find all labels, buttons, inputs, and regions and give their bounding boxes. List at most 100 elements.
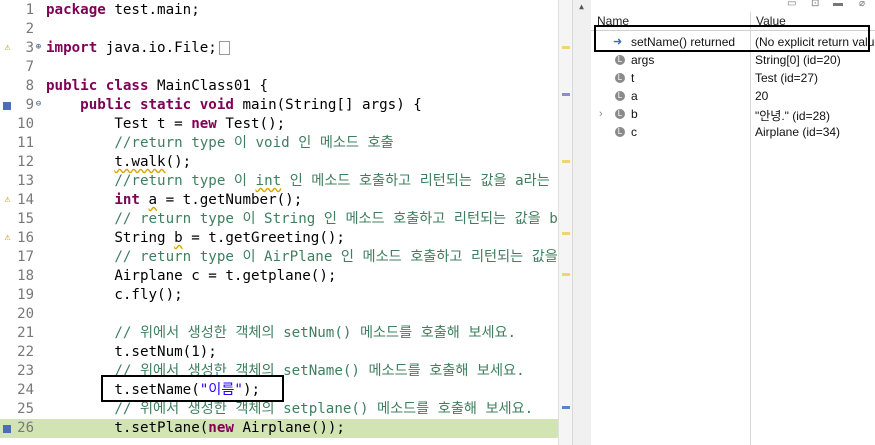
breakpoint-marker[interactable] — [562, 406, 570, 409]
expand-icon[interactable]: ⊕ — [34, 43, 43, 52]
line-number: 10 — [17, 116, 34, 132]
line-number: 17 — [17, 249, 34, 265]
code-line[interactable]: 10 Test t = new Test(); — [0, 115, 558, 134]
code-text[interactable]: package test.main; — [46, 1, 200, 20]
current-line-icon[interactable] — [3, 425, 11, 433]
code-text[interactable]: public class MainClass01 { — [46, 77, 268, 96]
code-text[interactable]: c.fly(); — [46, 286, 182, 305]
warning-icon[interactable]: ⚠ — [2, 42, 13, 54]
code-line[interactable]: 1 package test.main; — [0, 1, 558, 20]
code-line[interactable]: 2 — [0, 20, 558, 39]
line-number: 13 — [17, 173, 34, 189]
code-text[interactable]: import java.io.File; — [46, 39, 230, 58]
line-number: 18 — [17, 268, 34, 284]
code-text[interactable]: //return type 이 void 인 메소드 호출 — [46, 134, 393, 153]
local-variable-icon: L — [615, 127, 625, 137]
code-line[interactable]: 26 t.setPlane(new Airplane()); — [0, 419, 558, 438]
variable-value: "안녕." (id=28) — [755, 109, 830, 123]
variable-value: String[0] (id=20) — [755, 53, 841, 67]
code-text[interactable]: // 위에서 생성한 객체의 setNum() 메소드를 호출해 보세요. — [46, 324, 516, 343]
variable-value: Airplane (id=34) — [755, 125, 841, 139]
code-text[interactable]: Test t = new Test(); — [46, 115, 285, 134]
code-text[interactable]: int a = t.getNumber(); — [46, 191, 302, 210]
code-text[interactable]: public static void main(String[] args) { — [46, 96, 422, 115]
toolbar-icon[interactable]: ⊡ — [811, 0, 819, 9]
line-number: 1 — [25, 2, 34, 18]
code-line[interactable]: 14 ⚠ int a = t.getNumber(); — [0, 191, 558, 210]
collapse-icon[interactable]: ⊖ — [34, 100, 43, 109]
code-line[interactable]: 22 t.setNum(1); — [0, 343, 558, 362]
highlight-box — [101, 375, 284, 402]
warning-marker[interactable] — [562, 232, 570, 235]
variables-toolbar: ▭ ⊡ ▬ ⌀ — [591, 0, 875, 10]
variable-name: t — [631, 71, 635, 85]
variable-value: 20 — [755, 89, 769, 103]
variable-row[interactable]: La 20 — [591, 87, 875, 105]
code-line[interactable]: 3 ⊕ ⚠ import java.io.File; — [0, 39, 558, 58]
code-text[interactable]: // return type 이 String 인 메소드 호출하고 리턴되는 … — [46, 210, 558, 229]
variable-value: Test (id=27) — [755, 71, 819, 85]
local-variable-icon: L — [615, 91, 625, 101]
variable-row[interactable]: Largs String[0] (id=20) — [591, 51, 875, 69]
warning-marker[interactable] — [562, 160, 570, 163]
line-number: 26 — [17, 420, 34, 436]
code-text[interactable]: // return type 이 AirPlane 인 메소드 호출하고 리턴되… — [46, 248, 558, 267]
code-line[interactable]: 13 //return type 이 int 인 메소드 호출하고 리턴되는 값… — [0, 172, 558, 191]
overview-ruler[interactable] — [558, 0, 573, 445]
toolbar-icon[interactable]: ⌀ — [859, 0, 865, 9]
warning-marker[interactable] — [562, 273, 570, 276]
variable-row[interactable]: Lt Test (id=27) — [591, 69, 875, 87]
line-number: 23 — [17, 363, 34, 379]
variable-name: a — [631, 89, 638, 103]
line-number: 14 — [17, 192, 34, 208]
code-line[interactable]: 15 // return type 이 String 인 메소드 호출하고 리턴… — [0, 210, 558, 229]
code-line[interactable]: 7 — [0, 58, 558, 77]
line-number: 19 — [17, 287, 34, 303]
code-line[interactable]: 17 // return type 이 AirPlane 인 메소드 호출하고 … — [0, 248, 558, 267]
code-line[interactable]: 25 // 위에서 생성한 객체의 setplane() 메소드를 호출해 보세… — [0, 400, 558, 419]
variables-view[interactable]: ▭ ⊡ ▬ ⌀ Name Value ➜ setName() returned (N… — [591, 0, 875, 445]
variable-name: b — [631, 107, 638, 121]
line-number: 25 — [17, 401, 34, 417]
breakpoint-icon[interactable] — [3, 102, 11, 110]
toolbar-icon[interactable]: ▭ — [787, 0, 796, 9]
code-text[interactable]: t.walk(); — [46, 153, 191, 172]
variable-name: args — [631, 53, 655, 67]
code-text[interactable]: // 위에서 생성한 객체의 setplane() 메소드를 호출해 보세요. — [46, 400, 533, 419]
occurrence-marker[interactable] — [562, 93, 570, 96]
code-text[interactable]: //return type 이 int 인 메소드 호출하고 리턴되는 값을 a… — [46, 172, 558, 191]
code-line[interactable]: 20 — [0, 305, 558, 324]
scroll-up-icon[interactable]: ▲ — [576, 2, 587, 13]
toolbar-icon[interactable]: ▬ — [833, 0, 843, 9]
local-variable-icon: L — [615, 73, 625, 83]
variable-row[interactable]: Lc Airplane (id=34) — [591, 123, 875, 141]
code-line[interactable]: 11 //return type 이 void 인 메소드 호출 — [0, 134, 558, 153]
line-number: 8 — [25, 78, 34, 94]
code-text[interactable]: Airplane c = t.getplane(); — [46, 267, 336, 286]
expand-icon[interactable]: › — [599, 108, 603, 120]
warning-marker[interactable] — [562, 46, 570, 49]
local-variable-icon: L — [615, 109, 625, 119]
code-line[interactable]: 8 public class MainClass01 { — [0, 77, 558, 96]
line-number: 12 — [17, 154, 34, 170]
code-text[interactable]: t.setNum(1); — [46, 343, 217, 362]
warning-icon[interactable]: ⚠ — [2, 194, 13, 206]
line-number: 20 — [17, 306, 34, 322]
code-line[interactable]: 18 Airplane c = t.getplane(); — [0, 267, 558, 286]
line-number: 3 — [25, 40, 34, 56]
line-number: 15 — [17, 211, 34, 227]
line-number: 7 — [25, 59, 34, 75]
variable-row[interactable]: › Lb "안녕." (id=28) — [591, 105, 875, 123]
line-number: 22 — [17, 344, 34, 360]
code-line[interactable]: 16 ⚠ String b = t.getGreeting(); — [0, 229, 558, 248]
code-text[interactable]: t.setPlane(new Airplane()); — [46, 419, 345, 438]
warning-icon[interactable]: ⚠ — [2, 232, 13, 244]
variable-name: c — [631, 125, 637, 139]
code-text[interactable]: String b = t.getGreeting(); — [46, 229, 345, 248]
line-number: 9 — [25, 97, 34, 113]
code-line[interactable]: 12 t.walk(); — [0, 153, 558, 172]
code-line[interactable]: 21 // 위에서 생성한 객체의 setNum() 메소드를 호출해 보세요. — [0, 324, 558, 343]
code-line[interactable]: 19 c.fly(); — [0, 286, 558, 305]
code-line[interactable]: 9 ⊖ public static void main(String[] args… — [0, 96, 558, 115]
line-number: 21 — [17, 325, 34, 341]
